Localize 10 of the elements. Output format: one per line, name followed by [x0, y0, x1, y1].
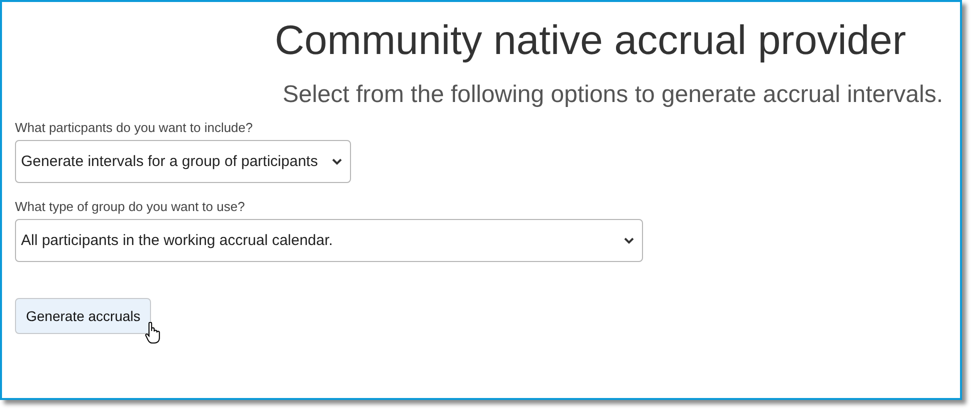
generate-button[interactable]: Generate accruals: [15, 298, 152, 334]
dropdown-select[interactable]: All participants in the working accrual calendar.: [15, 219, 643, 262]
field-label: What type of group do you want to use?: [15, 199, 245, 215]
chevron-down-icon: [624, 237, 634, 244]
hand-cursor-icon: [145, 322, 161, 344]
page-title: Community native accrual provider: [274, 16, 906, 65]
chevron-down-icon: [332, 158, 342, 165]
dropdown-select[interactable]: Generate intervals for a group of participants: [15, 140, 351, 183]
page-subtitle: Select from the following options to generate accrual intervals.: [282, 80, 943, 110]
field-label: What particpants do you want to include?: [15, 120, 253, 136]
